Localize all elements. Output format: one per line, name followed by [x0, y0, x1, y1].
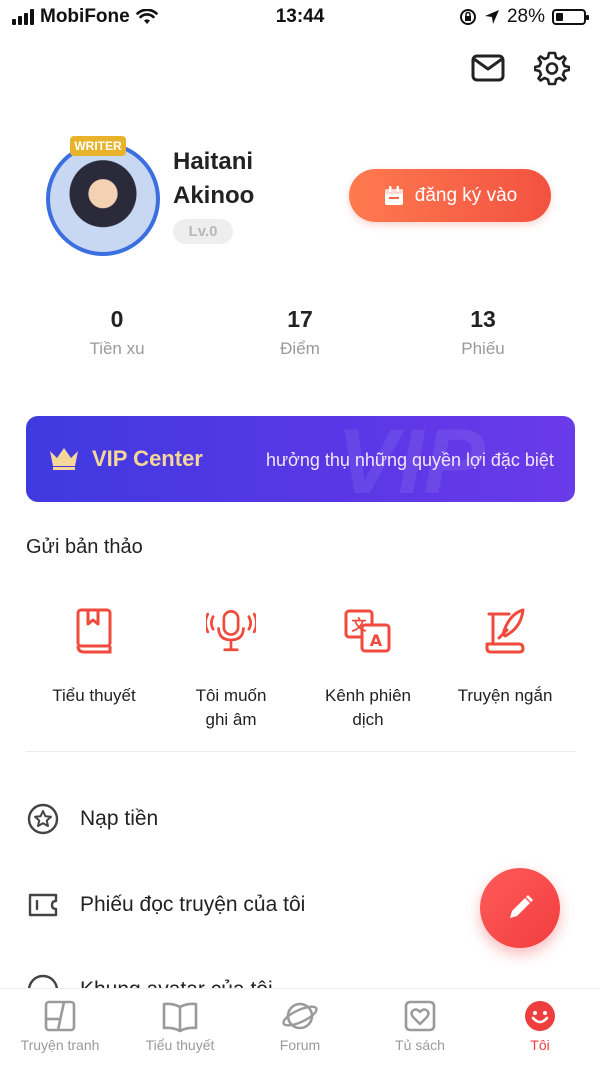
stat-label: Phiếu [461, 339, 505, 358]
heart-box-icon [360, 989, 480, 1037]
bottom-tab-bar: Truyện tranh Tiểu thuyết Forum Tủ sách T… [0, 988, 600, 1067]
feature-label: Tiểu thuyết [52, 686, 136, 705]
battery-icon [552, 9, 589, 25]
profile-username: Haitani Akinoo [173, 148, 255, 209]
feature-short-story[interactable]: Truyện ngắn [437, 606, 573, 708]
tab-label: Tiểu thuyết [145, 1037, 215, 1053]
location-arrow-icon [484, 10, 499, 24]
pencil-icon [510, 895, 533, 918]
tab-label: Tôi [530, 1037, 550, 1053]
vip-title: VIP Center [92, 446, 203, 471]
svg-text:文: 文 [351, 616, 367, 634]
stat-value: 0 [110, 306, 124, 332]
svg-text:A: A [370, 631, 383, 650]
star-circle-icon [26, 802, 60, 836]
rotation-lock-icon [459, 9, 476, 25]
feature-label: Truyện ngắn [457, 686, 553, 705]
status-right: 28% [459, 6, 589, 28]
checkin-label: đăng ký vào [414, 184, 518, 206]
ticket-icon [26, 888, 60, 922]
tab-label: Forum [279, 1037, 321, 1053]
stat-points[interactable]: 17 Điểm [230, 303, 370, 359]
level-badge: Lv.0 [173, 219, 233, 244]
stat-tickets[interactable]: 13 Phiếu [413, 303, 553, 359]
divider [26, 751, 575, 752]
open-book-icon [120, 989, 240, 1037]
menu-item-reading-tickets[interactable]: Phiếu đọc truyện của tôi [26, 881, 456, 929]
gear-icon[interactable] [532, 48, 572, 88]
feature-label: Tôi muốn ghi âm [195, 686, 267, 729]
tab-bookshelf[interactable]: Tủ sách [360, 989, 480, 1067]
menu-item-top-up[interactable]: Nạp tiền [26, 795, 456, 843]
vip-subtitle: hưởng thụ những quyền lợi đặc biệt [266, 450, 554, 470]
avatar[interactable] [46, 142, 160, 256]
menu-label: Nạp tiền [80, 807, 159, 830]
microphone-icon [206, 606, 256, 656]
tab-label: Truyện tranh [20, 1037, 100, 1053]
tab-comics[interactable]: Truyện tranh [0, 989, 120, 1067]
battery-percent: 28% [506, 6, 545, 27]
tab-label: Tủ sách [395, 1037, 445, 1053]
vip-center-banner[interactable]: VIP VIP Center hưởng thụ những quyền lợi… [26, 416, 575, 502]
stat-label: Tiền xu [89, 339, 145, 358]
translate-icon: 文 A [343, 606, 393, 656]
checkin-button[interactable]: đăng ký vào [349, 169, 551, 222]
avatar-badge: WRITER [70, 136, 126, 156]
tab-novels[interactable]: Tiểu thuyết [120, 989, 240, 1067]
smiley-icon [480, 989, 600, 1037]
stat-value: 17 [287, 306, 313, 332]
feature-label: Kênh phiên dịch [324, 686, 412, 729]
status-bar: MobiFone 13:44 28% [0, 0, 600, 34]
stat-coins[interactable]: 0 Tiền xu [47, 303, 187, 359]
tab-me[interactable]: Tôi [480, 989, 600, 1067]
book-icon [69, 606, 119, 656]
calendar-icon [384, 185, 403, 205]
feature-translate[interactable]: 文 A Kênh phiên dịch [300, 606, 436, 732]
section-title: Gửi bản thảo [26, 536, 143, 558]
feature-novel[interactable]: Tiểu thuyết [26, 606, 162, 708]
quill-icon [480, 606, 530, 656]
mail-icon[interactable] [468, 48, 508, 88]
crown-icon [50, 448, 78, 470]
menu-label: Phiếu đọc truyện của tôi [80, 893, 306, 916]
tab-forum[interactable]: Forum [240, 989, 360, 1067]
stat-label: Điểm [280, 339, 320, 358]
planet-icon [240, 989, 360, 1037]
compose-fab[interactable] [480, 868, 560, 948]
stat-value: 13 [470, 306, 496, 332]
battery-level [556, 13, 563, 21]
comic-icon [0, 989, 120, 1037]
feature-record[interactable]: Tôi muốn ghi âm [163, 606, 299, 732]
